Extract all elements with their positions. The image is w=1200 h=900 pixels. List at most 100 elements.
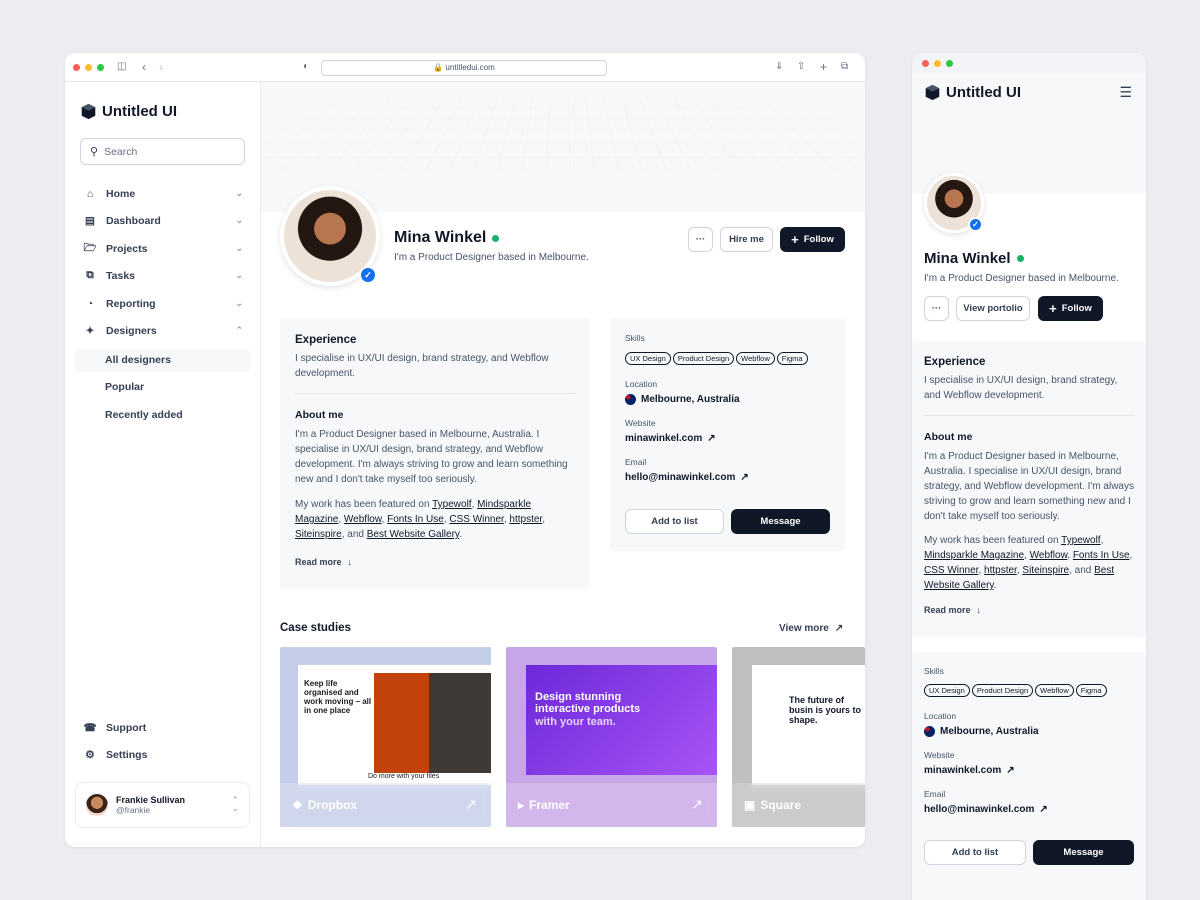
nav-item-reporting[interactable]: ◔ Reporting ⌄ xyxy=(75,291,251,316)
skill-tag: UX Design xyxy=(924,684,970,697)
read-more-button[interactable]: Read more ↓ xyxy=(295,557,575,567)
add-to-list-button[interactable]: Add to list xyxy=(924,840,1026,865)
browser-toolbar: ◫ ‹ › ◐ 🔒 untitledui.com ⇓ ⇧ + ⧉ xyxy=(65,53,865,82)
case-study-card-framer[interactable]: Design stunning interactive products wit… xyxy=(506,647,717,827)
australia-flag-icon xyxy=(625,394,636,405)
view-portfolio-button[interactable]: View portolio xyxy=(956,296,1030,321)
link-css-winner[interactable]: CSS Winner xyxy=(449,514,503,525)
link-httpster[interactable]: httpster xyxy=(509,514,542,525)
details-card: Skills UX Design Product Design Webflow Fig… xyxy=(610,318,845,551)
chevron-down-icon: ⌄ xyxy=(235,243,243,254)
gear-icon: ⚙ xyxy=(83,748,97,762)
lock-icon: 🔒 xyxy=(433,63,443,72)
case-study-brand: ❖ Dropbox xyxy=(280,783,491,827)
sidebar-toggle-icon[interactable]: ◫ xyxy=(117,61,126,73)
arrow-up-right-icon: ↗ xyxy=(835,623,843,634)
message-button[interactable]: Message xyxy=(1033,840,1134,865)
link-siteinspire[interactable]: Siteinspire xyxy=(1022,565,1069,576)
skills-label: Skills xyxy=(924,666,1134,676)
nav-item-tasks[interactable]: ⧉ Tasks ⌄ xyxy=(75,263,251,288)
experience-about-card: Experience I specialise in UX/UI design,… xyxy=(912,341,1146,637)
divider xyxy=(295,393,575,394)
follow-button[interactable]: + Follow xyxy=(780,227,845,252)
brand-logo[interactable]: Untitled UI xyxy=(80,103,177,120)
framer-logo-icon: ▸ xyxy=(518,798,524,812)
experience-text: I specialise in UX/UI design, brand stra… xyxy=(924,373,1134,403)
cube-logo-icon xyxy=(924,84,941,101)
brand-logo[interactable]: Untitled UI xyxy=(924,84,1021,101)
case-study-preview: Keep life organised and work moving – al… xyxy=(298,665,491,785)
dropbox-logo-icon: ❖ xyxy=(292,798,303,812)
desktop-browser-window: ◫ ‹ › ◐ 🔒 untitledui.com ⇓ ⇧ + ⧉ Untitle… xyxy=(65,53,865,847)
australia-flag-icon xyxy=(924,726,935,737)
user-account-card[interactable]: Frankie Sullivan @frankie ⌃ ⌄ xyxy=(75,782,250,828)
window-controls[interactable] xyxy=(73,64,104,71)
link-webflow[interactable]: Webflow xyxy=(344,514,382,525)
skills-label: Skills xyxy=(625,333,830,343)
email-label: Email xyxy=(625,457,830,467)
link-css-winner[interactable]: CSS Winner xyxy=(924,565,978,576)
link-webflow[interactable]: Webflow xyxy=(1030,550,1068,561)
about-heading: About me xyxy=(924,431,1134,443)
subnav-popular[interactable]: Popular xyxy=(75,376,251,399)
download-icon[interactable]: ⇓ xyxy=(775,61,783,73)
follow-button[interactable]: + Follow xyxy=(1038,296,1103,321)
more-options-button[interactable]: ··· xyxy=(688,227,713,252)
case-study-card-square[interactable]: The future of busin is yours to shape. ▣… xyxy=(732,647,865,827)
read-more-button[interactable]: Read more ↓ xyxy=(924,605,1134,615)
website-link[interactable]: minawinkel.com ↗ xyxy=(625,433,830,444)
add-to-list-button[interactable]: Add to list xyxy=(625,509,724,534)
forward-icon[interactable]: › xyxy=(159,61,163,73)
link-fonts-in-use[interactable]: Fonts In Use xyxy=(387,514,444,525)
more-options-button[interactable]: ··· xyxy=(924,296,949,321)
skill-tag: Webflow xyxy=(736,352,775,365)
nav-item-home[interactable]: ⌂ Home ⌄ xyxy=(75,181,251,206)
support-icon: ☎ xyxy=(83,721,97,735)
nav-item-projects[interactable]: 🗁 Projects ⌄ xyxy=(75,236,251,261)
hamburger-menu-icon[interactable]: ☰ xyxy=(1119,84,1132,101)
share-icon[interactable]: ⇧ xyxy=(797,61,805,73)
nav-item-designers[interactable]: ✦ Designers ⌃ xyxy=(75,318,251,343)
arrow-up-right-icon: ↗ xyxy=(465,796,477,813)
window-controls[interactable] xyxy=(922,60,953,67)
profile-name: Mina Winkel xyxy=(394,229,499,247)
case-study-card-dropbox[interactable]: Keep life organised and work moving – al… xyxy=(280,647,491,827)
avatar xyxy=(86,794,108,816)
experience-heading: Experience xyxy=(924,356,1134,368)
subnav-recently-added[interactable]: Recently added xyxy=(75,404,251,427)
view-more-button[interactable]: View more ↗ xyxy=(779,623,843,634)
skills-tags: UX Design Product Design Webflow Figma xyxy=(625,348,830,366)
link-best-website-gallery[interactable]: Best Website Gallery xyxy=(367,529,459,540)
skill-tag: Product Design xyxy=(972,684,1033,697)
search-icon: ⚲ xyxy=(90,145,98,158)
tabs-icon[interactable]: ⧉ xyxy=(841,61,848,73)
hire-me-button[interactable]: Hire me xyxy=(720,227,773,252)
chevron-up-icon: ⌃ xyxy=(235,325,243,336)
email-link[interactable]: hello@minawinkel.com ↗ xyxy=(625,472,830,483)
link-fonts-in-use[interactable]: Fonts In Use xyxy=(1073,550,1130,561)
user-handle: @frankie xyxy=(116,805,185,815)
mobile-window-bar xyxy=(912,53,1146,73)
link-typewolf[interactable]: Typewolf xyxy=(1061,535,1100,546)
featured-text: My work has been featured on Typewolf, M… xyxy=(924,533,1134,593)
new-tab-icon[interactable]: + xyxy=(820,61,827,73)
verified-icon: ✓ xyxy=(359,266,377,284)
search-input[interactable]: ⚲ Search xyxy=(80,138,245,165)
subnav-all-designers[interactable]: All designers xyxy=(75,349,251,372)
profile-bio: I'm a Product Designer based in Melbourn… xyxy=(924,273,1119,284)
email-label: Email xyxy=(924,789,1134,799)
link-httpster[interactable]: httpster xyxy=(984,565,1017,576)
nav-item-support[interactable]: ☎ Support xyxy=(75,715,251,740)
nav-item-settings[interactable]: ⚙ Settings xyxy=(75,742,251,767)
arrow-up-right-icon: ↗ xyxy=(740,472,748,483)
link-typewolf[interactable]: Typewolf xyxy=(432,499,471,510)
nav-item-dashboard[interactable]: ▤ Dashboard ⌄ xyxy=(75,208,251,233)
address-bar[interactable]: 🔒 untitledui.com xyxy=(321,60,607,76)
link-siteinspire[interactable]: Siteinspire xyxy=(295,529,342,540)
website-link[interactable]: minawinkel.com ↗ xyxy=(924,765,1134,776)
about-text: I'm a Product Designer based in Melbourn… xyxy=(295,427,575,487)
back-icon[interactable]: ‹ xyxy=(142,61,146,73)
message-button[interactable]: Message xyxy=(731,509,830,534)
link-mindsparkle[interactable]: Mindsparkle Magazine xyxy=(924,550,1024,561)
email-link[interactable]: hello@minawinkel.com ↗ xyxy=(924,804,1134,815)
